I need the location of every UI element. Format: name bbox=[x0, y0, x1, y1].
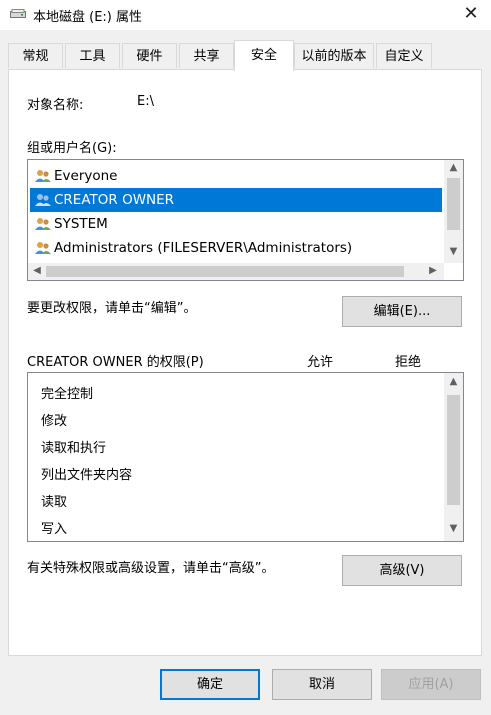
advanced-hint-text: 有关特殊权限或高级设置，请单击“高级”。 bbox=[27, 561, 275, 576]
scroll-thumb[interactable] bbox=[447, 395, 460, 505]
users-icon bbox=[35, 194, 51, 206]
window-title: 本地磁盘 (E:) 属性 bbox=[33, 10, 143, 25]
close-button[interactable]: ✕ bbox=[451, 0, 491, 30]
tab-sharing[interactable]: 共享 bbox=[179, 43, 234, 68]
groups-vertical-scrollbar[interactable]: ▲ ▼ bbox=[444, 160, 463, 263]
groups-listbox[interactable]: Everyone CREATOR OWNER SYSTEM Administra… bbox=[27, 159, 464, 281]
permission-read-execute: 读取和执行 bbox=[41, 441, 107, 456]
permission-full-control: 完全控制 bbox=[41, 387, 94, 402]
deny-column-header: 拒绝 bbox=[395, 355, 422, 370]
scroll-left-arrow-icon[interactable]: ◀ bbox=[30, 265, 44, 276]
users-icon bbox=[35, 242, 51, 254]
object-name-label: 对象名称: bbox=[27, 98, 84, 113]
permissions-listbox[interactable]: 完全控制 修改 读取和执行 列出文件夹内容 读取 写入 ▲ ▼ bbox=[27, 372, 464, 542]
tab-security[interactable]: 安全 bbox=[234, 40, 294, 71]
groups-horizontal-scrollbar[interactable]: ◀ ▶ bbox=[28, 263, 444, 280]
tab-customize[interactable]: 自定义 bbox=[376, 43, 432, 68]
permission-modify: 修改 bbox=[41, 414, 68, 429]
list-item-label: SYSTEM bbox=[54, 216, 108, 232]
security-panel: 对象名称: E:\ 组或用户名(G): Everyone CREATOR OWN… bbox=[8, 69, 482, 656]
edit-hint-text: 要更改权限，请单击“编辑”。 bbox=[27, 301, 197, 316]
list-item-system[interactable]: SYSTEM bbox=[30, 212, 442, 236]
list-item-administrators[interactable]: Administrators (FILESERVER\Administrator… bbox=[30, 236, 442, 260]
object-name-value: E:\ bbox=[137, 94, 154, 109]
list-item-everyone[interactable]: Everyone bbox=[30, 164, 442, 188]
cancel-button[interactable]: 取消 bbox=[272, 669, 372, 700]
drive-icon bbox=[10, 9, 26, 18]
scroll-down-arrow-icon[interactable]: ▼ bbox=[444, 523, 463, 534]
title-bar: 本地磁盘 (E:) 属性 ✕ bbox=[0, 0, 491, 30]
users-icon bbox=[35, 170, 51, 182]
allow-column-header: 允许 bbox=[307, 355, 334, 370]
ok-button[interactable]: 确定 bbox=[160, 669, 260, 700]
list-item-label: CREATOR OWNER bbox=[54, 192, 175, 208]
list-item-creator-owner[interactable]: CREATOR OWNER bbox=[30, 188, 442, 212]
scroll-thumb[interactable] bbox=[46, 266, 404, 277]
permissions-vertical-scrollbar[interactable]: ▲ ▼ bbox=[444, 373, 463, 541]
list-item-label: Administrators (FILESERVER\Administrator… bbox=[54, 240, 353, 256]
scroll-thumb[interactable] bbox=[447, 178, 460, 230]
scroll-down-arrow-icon[interactable]: ▼ bbox=[444, 246, 463, 257]
scroll-up-arrow-icon[interactable]: ▲ bbox=[444, 162, 463, 173]
tab-general[interactable]: 常规 bbox=[8, 43, 63, 68]
tab-tools[interactable]: 工具 bbox=[65, 43, 120, 68]
apply-button[interactable]: 应用(A) bbox=[381, 669, 481, 700]
list-item-label: Everyone bbox=[54, 168, 118, 184]
permission-list-folder: 列出文件夹内容 bbox=[41, 468, 133, 483]
tab-previous-versions[interactable]: 以前的版本 bbox=[294, 43, 374, 68]
tab-hardware[interactable]: 硬件 bbox=[122, 43, 177, 68]
scroll-right-arrow-icon[interactable]: ▶ bbox=[426, 265, 440, 276]
permissions-label: CREATOR OWNER 的权限(P) bbox=[27, 355, 204, 370]
groups-label: 组或用户名(G): bbox=[27, 141, 117, 156]
scroll-up-arrow-icon[interactable]: ▲ bbox=[444, 376, 463, 387]
permission-write: 写入 bbox=[41, 522, 68, 537]
users-icon bbox=[35, 218, 51, 230]
permission-read: 读取 bbox=[41, 495, 68, 510]
edit-button[interactable]: 编辑(E)... bbox=[342, 296, 462, 327]
advanced-button[interactable]: 高级(V) bbox=[342, 555, 462, 586]
